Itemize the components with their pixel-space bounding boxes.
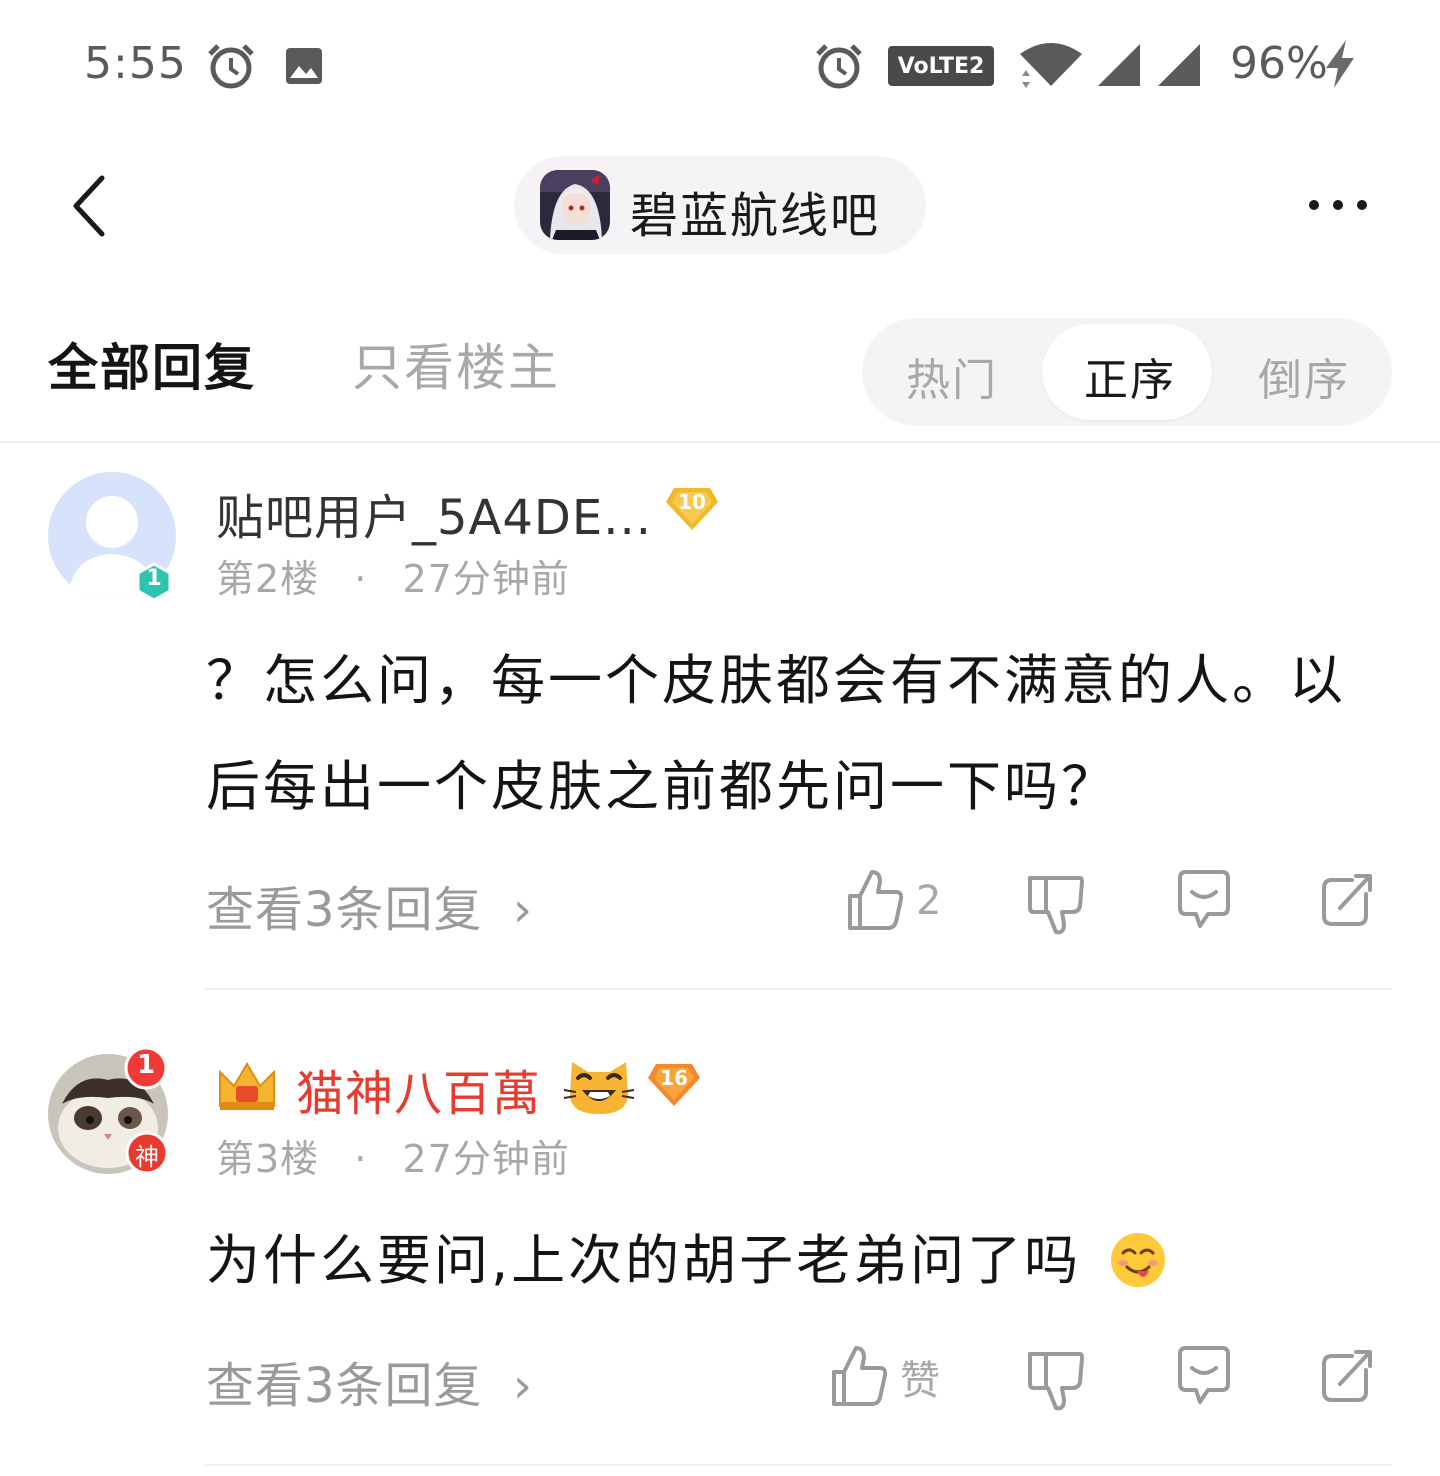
user-name[interactable]: 贴吧用户_5A4DE... (216, 478, 652, 548)
level-number: 10 (678, 490, 706, 514)
post-meta: 第3楼 · 27分钟前 (216, 1128, 570, 1183)
sort-option-ascending-label: 正序 (1084, 355, 1176, 406)
share-icon[interactable] (1316, 868, 1380, 932)
sort-option-descending[interactable]: 倒序 (1258, 344, 1350, 408)
view-replies-link[interactable]: 查看3条回复 › (206, 870, 533, 940)
forum-title-pill[interactable]: 碧蓝航线吧 (514, 156, 926, 254)
divider (0, 441, 1440, 443)
view-replies-label: 查看3条回复 (206, 882, 483, 938)
meta-separator: · (354, 1137, 368, 1181)
divider (204, 988, 1392, 990)
tab-op-only[interactable]: 只看楼主 (352, 328, 560, 400)
cat-emoji-icon (564, 1062, 634, 1114)
back-icon[interactable] (66, 170, 114, 240)
battery-percent: 96% (1230, 38, 1328, 89)
dislike-icon[interactable] (1026, 1348, 1086, 1412)
post-content-text: 为什么要问,上次的胡子老弟问了吗 (206, 1229, 1082, 1292)
post-content: 为什么要问,上次的胡子老弟问了吗 (206, 1208, 1386, 1314)
avatar-badge-text: 1 (146, 566, 162, 591)
crown-icon (219, 1062, 275, 1110)
comment-icon[interactable] (1172, 1344, 1236, 1408)
chevron-right-icon: › (512, 1358, 534, 1414)
forum-avatar (540, 170, 610, 240)
post-meta: 第2楼 · 27分钟前 (216, 548, 570, 603)
signal-icon (1158, 44, 1200, 86)
level-number: 16 (660, 1066, 688, 1090)
sort-option-hot[interactable]: 热门 (906, 344, 998, 408)
image-icon (286, 48, 322, 84)
wifi-icon (1020, 43, 1082, 88)
comment-icon[interactable] (1172, 868, 1236, 932)
charging-icon (1326, 40, 1354, 88)
notification-count: 1 (136, 1050, 156, 1080)
alarm-icon (816, 44, 862, 89)
alarm-icon (208, 44, 254, 89)
post-time: 27分钟前 (402, 1137, 570, 1181)
volte-icon: VoLTE2 (888, 46, 994, 86)
status-time: 5:55 (84, 38, 187, 89)
more-icon[interactable] (1306, 196, 1370, 214)
like-count: 2 (916, 878, 942, 924)
like-icon[interactable] (846, 868, 906, 932)
share-icon[interactable] (1316, 1344, 1380, 1408)
post-content: ？怎么问，每一个皮肤都会有不满意的人。以后每出一个皮肤之前都先问一下吗？ (206, 649, 1346, 818)
view-replies-link[interactable]: 查看3条回复 › (206, 1346, 533, 1416)
divider (204, 1464, 1392, 1466)
view-replies-label: 查看3条回复 (206, 1358, 483, 1414)
like-label: 赞 (900, 1358, 940, 1404)
user-name[interactable]: 猫神八百萬 (296, 1054, 541, 1124)
dislike-icon[interactable] (1026, 872, 1086, 936)
post-time: 27分钟前 (402, 557, 570, 601)
forum-name: 碧蓝航线吧 (630, 188, 881, 244)
tab-all-replies[interactable]: 全部回复 (48, 328, 256, 400)
like-icon[interactable] (830, 1344, 890, 1408)
yummy-emoji-icon (1111, 1233, 1166, 1287)
chevron-right-icon: › (512, 882, 534, 938)
post-floor-3: 1 神 猫神八百萬 16 第3楼 · 27分钟前 为什么要问,上次的胡子老弟问了… (0, 1040, 1440, 1476)
meta-separator: · (354, 557, 368, 601)
signal-icon (1098, 44, 1140, 86)
sort-toggle: 热门 正序 倒序 (862, 318, 1392, 426)
floor-number: 第3楼 (216, 1137, 320, 1181)
avatar-badge-text: 神 (135, 1143, 159, 1171)
status-bar: 5:55 VoLTE2 96% (0, 0, 1440, 130)
sort-option-ascending[interactable]: 正序 (1042, 324, 1212, 420)
floor-number: 第2楼 (216, 557, 320, 601)
post-floor-2: 1 贴吧用户_5A4DE... 10 第2楼 · 27分钟前 ？怎么问，每一个皮… (0, 470, 1440, 990)
